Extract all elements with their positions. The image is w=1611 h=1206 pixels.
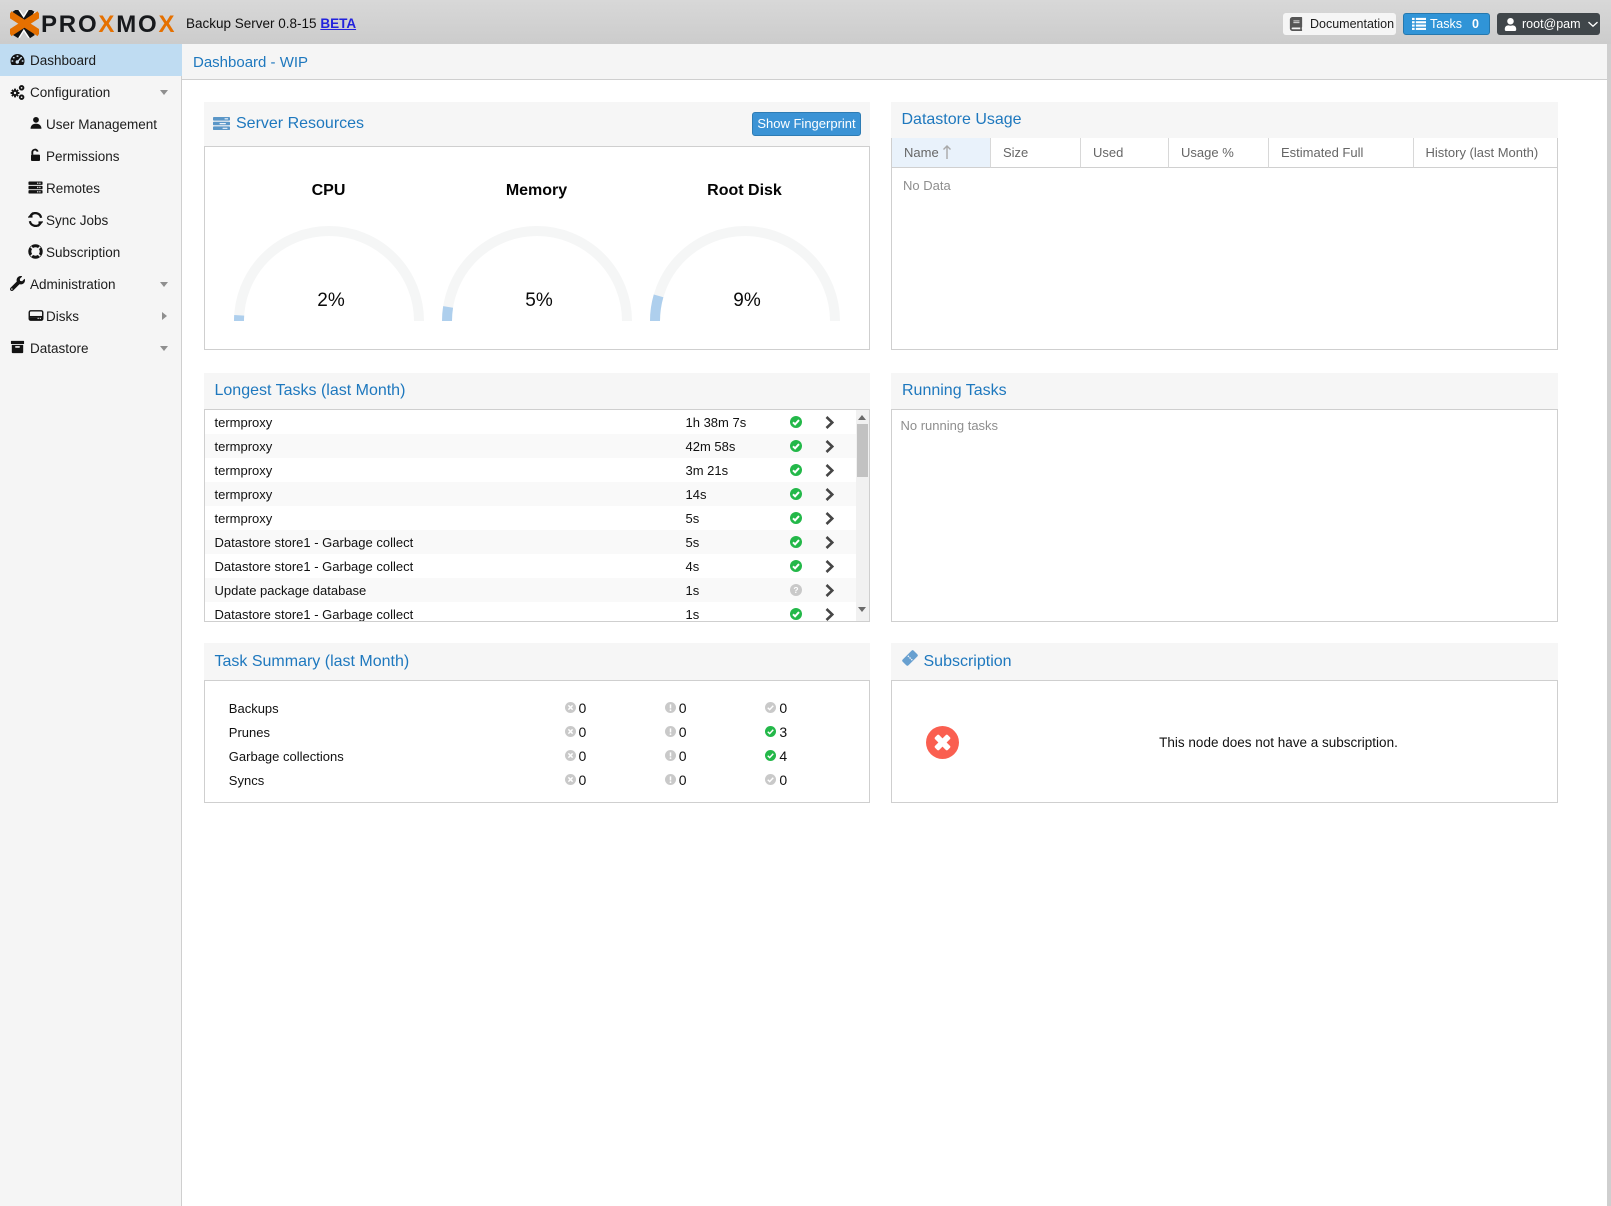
svg-text:?: ? (793, 584, 798, 594)
